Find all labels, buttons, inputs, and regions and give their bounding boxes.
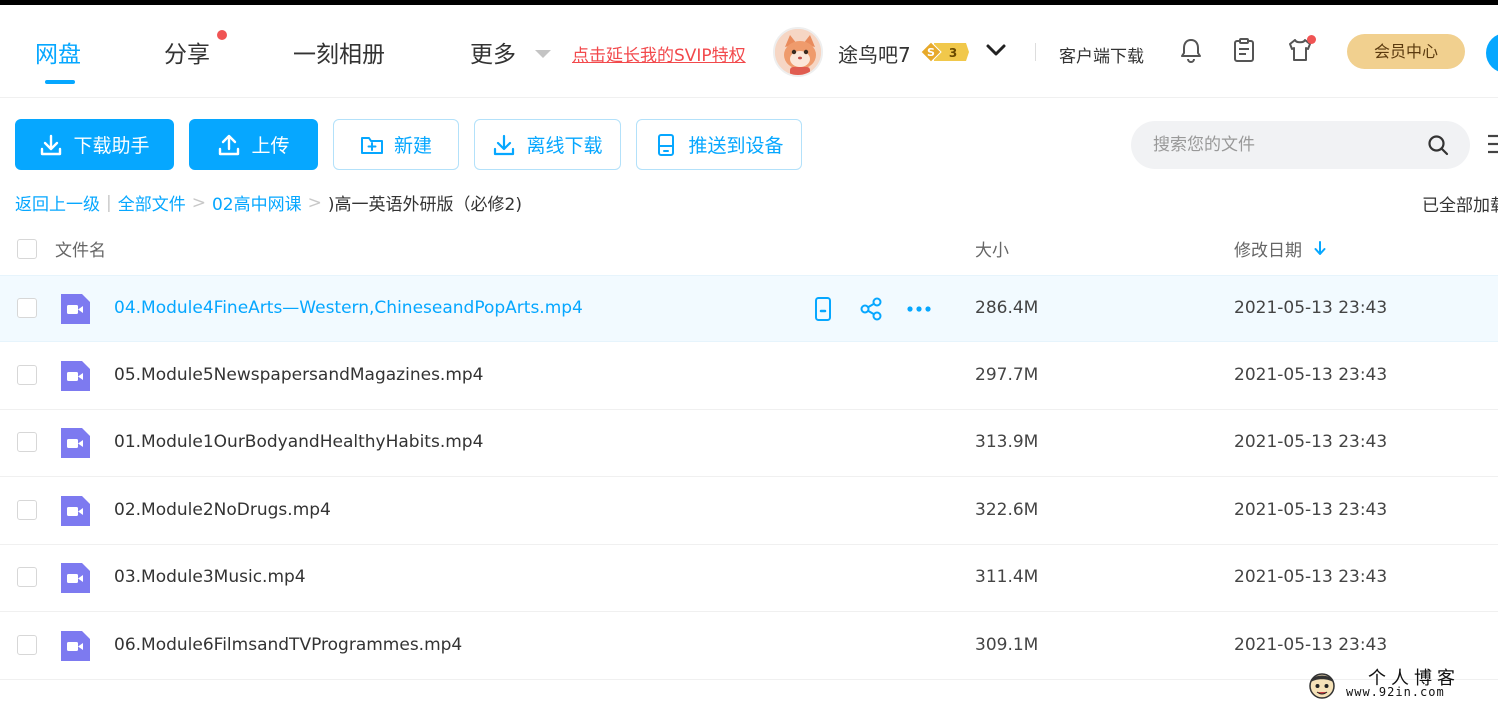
file-name[interactable]: 03.Module3Music.mp4	[114, 567, 306, 587]
offline-download-button[interactable]: 离线下载	[474, 119, 621, 170]
search-icon[interactable]	[1426, 133, 1450, 157]
push-to-device-icon[interactable]	[810, 296, 836, 322]
file-name[interactable]: 02.Module2NoDrugs.mp4	[114, 500, 331, 520]
loaded-status-text: 已全部加载	[1422, 196, 1498, 216]
breadcrumb: 返回上一级 | 全部文件 > 02高中网课 > )高一英语外研版（必修2)	[15, 190, 522, 216]
file-date: 2021-05-13 23:43	[1234, 365, 1388, 385]
header: 网盘 分享 一刻相册 更多 点击延长我的SVIP特权 途鸟吧7 3 S 客户端下…	[0, 5, 1498, 98]
column-header-date[interactable]: 修改日期	[1234, 236, 1302, 261]
breadcrumb-all-files-link[interactable]: 全部文件	[118, 190, 186, 215]
svip-level-badge-icon: 3 S	[920, 41, 969, 63]
select-all-checkbox[interactable]	[17, 239, 37, 259]
file-date: 2021-05-13 23:43	[1234, 298, 1388, 318]
table-row[interactable]: 05.Module5NewspapersandMagazines.mp4 297…	[0, 343, 1498, 410]
edge-action-button[interactable]	[1486, 33, 1498, 73]
svg-text:3: 3	[949, 46, 957, 60]
new-folder-icon	[360, 136, 383, 154]
username[interactable]: 途鸟吧7	[838, 39, 911, 68]
cat-avatar-icon	[775, 29, 821, 75]
file-name[interactable]: 06.Module6FilmsandTVProgrammes.mp4	[114, 635, 462, 655]
column-header-name[interactable]: 文件名	[55, 236, 106, 261]
row-checkbox[interactable]	[17, 567, 37, 587]
header-divider	[1035, 43, 1036, 61]
file-size: 322.6M	[975, 500, 1039, 520]
video-file-icon	[61, 563, 90, 593]
svip-extend-link[interactable]: 点击延长我的SVIP特权	[572, 41, 746, 66]
nav-tab-netdisk[interactable]: 网盘	[35, 35, 81, 69]
new-folder-label: 新建	[393, 135, 432, 157]
cartoon-face-icon	[1309, 673, 1335, 699]
row-checkbox[interactable]	[17, 500, 37, 520]
download-helper-label: 下载助手	[73, 135, 150, 157]
offline-download-label: 离线下载	[526, 135, 603, 157]
vip-center-button[interactable]: 会员中心	[1347, 34, 1465, 69]
table-row[interactable]: 04.Module4FineArts—Western,ChineseandPop…	[0, 275, 1498, 342]
upload-icon	[219, 134, 240, 155]
device-icon	[658, 133, 675, 156]
nav-tab-share[interactable]: 分享	[164, 35, 210, 69]
file-date: 2021-05-13 23:43	[1234, 500, 1388, 520]
download-helper-button[interactable]: 下载助手	[15, 119, 174, 170]
breadcrumb-folder-link[interactable]: 02高中网课	[212, 190, 302, 215]
nav-tab-album[interactable]: 一刻相册	[293, 35, 385, 69]
skin-notification-dot	[1307, 35, 1316, 44]
download-icon	[41, 134, 62, 155]
share-notification-dot	[217, 30, 227, 40]
video-file-icon	[61, 361, 90, 391]
offline-download-icon	[494, 134, 515, 155]
table-row[interactable]: 06.Module6FilmsandTVProgrammes.mp4 309.1…	[0, 613, 1498, 680]
breadcrumb-back-link[interactable]: 返回上一级	[15, 190, 100, 215]
file-date: 2021-05-13 23:43	[1234, 567, 1388, 587]
video-file-icon	[61, 294, 90, 324]
user-avatar[interactable]	[773, 27, 823, 77]
push-to-device-label: 推送到设备	[688, 135, 784, 157]
share-icon[interactable]	[858, 296, 884, 322]
table-row[interactable]: 01.Module1OurBodyandHealthyHabits.mp4 31…	[0, 410, 1498, 477]
breadcrumb-chevron-icon: >	[307, 192, 322, 213]
list-view-icon[interactable]	[1484, 131, 1498, 157]
file-name[interactable]: 04.Module4FineArts—Western,ChineseandPop…	[114, 298, 583, 318]
watermark-url: www.92in.com	[1346, 685, 1445, 699]
svg-text:S: S	[927, 46, 935, 59]
breadcrumb-chevron-icon: >	[191, 192, 206, 213]
file-date: 2021-05-13 23:43	[1234, 635, 1388, 655]
breadcrumb-current-folder: )高一英语外研版（必修2)	[327, 195, 522, 215]
more-dropdown-caret-icon[interactable]	[535, 50, 551, 58]
sort-descending-arrow-icon[interactable]	[1313, 240, 1327, 256]
row-checkbox[interactable]	[17, 298, 37, 318]
file-size: 286.4M	[975, 298, 1039, 318]
row-checkbox[interactable]	[17, 432, 37, 452]
bell-icon[interactable]	[1177, 36, 1205, 64]
search-box	[1131, 121, 1470, 169]
more-options-icon[interactable]	[906, 296, 932, 322]
file-size: 297.7M	[975, 365, 1039, 385]
client-download-link[interactable]: 客户端下载	[1059, 42, 1144, 67]
breadcrumb-separator: |	[106, 192, 112, 213]
table-row[interactable]: 02.Module2NoDrugs.mp4 322.6M 2021-05-13 …	[0, 478, 1498, 545]
upload-label: 上传	[251, 135, 290, 157]
new-folder-button[interactable]: 新建	[333, 119, 459, 170]
row-checkbox[interactable]	[17, 365, 37, 385]
file-size: 311.4M	[975, 567, 1039, 587]
user-menu-chevron-down-icon[interactable]	[985, 39, 1007, 61]
column-header-size[interactable]: 大小	[975, 236, 1009, 261]
search-input[interactable]	[1153, 121, 1423, 169]
active-tab-underline	[45, 80, 75, 84]
file-name[interactable]: 05.Module5NewspapersandMagazines.mp4	[114, 365, 484, 385]
video-file-icon	[61, 631, 90, 661]
file-date: 2021-05-13 23:43	[1234, 432, 1388, 452]
table-row[interactable]: 03.Module3Music.mp4 311.4M 2021-05-13 23…	[0, 545, 1498, 612]
video-file-icon	[61, 428, 90, 458]
push-to-device-button[interactable]: 推送到设备	[636, 119, 802, 170]
blog-watermark: 个人博客 www.92in.com	[1306, 666, 1491, 702]
file-name[interactable]: 01.Module1OurBodyandHealthyHabits.mp4	[114, 432, 483, 452]
nav-tab-more[interactable]: 更多	[470, 35, 516, 69]
row-checkbox[interactable]	[17, 635, 37, 655]
clipboard-icon[interactable]	[1230, 36, 1258, 64]
upload-button[interactable]: 上传	[189, 119, 318, 170]
file-size: 309.1M	[975, 635, 1039, 655]
file-size: 313.9M	[975, 432, 1039, 452]
video-file-icon	[61, 496, 90, 526]
